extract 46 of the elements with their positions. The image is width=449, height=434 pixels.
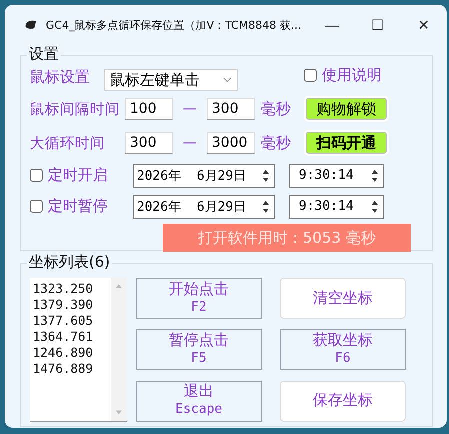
action-button[interactable]: 扫码开通: [306, 132, 387, 154]
list-item[interactable]: 1377.605: [33, 313, 111, 329]
group-title: 坐标列表(6): [27, 252, 112, 272]
dash: —: [182, 101, 198, 117]
list-item[interactable]: 1476.889: [33, 361, 111, 377]
field-label: 大循环时间: [30, 134, 106, 152]
list-item[interactable]: 1323.250: [33, 281, 111, 297]
action-button[interactable]: 清空坐标: [280, 278, 406, 319]
time-picker[interactable]: 9:30:14: [289, 194, 384, 218]
scrollbar[interactable]: [111, 278, 127, 421]
minimize-button[interactable]: —: [309, 9, 355, 41]
scroll-up-icon: [115, 283, 123, 289]
date-picker[interactable]: 2026年 6月29日: [133, 194, 275, 218]
max-input[interactable]: 300: [207, 98, 255, 120]
date-picker[interactable]: 2026年 6月29日: [133, 164, 275, 188]
coords-list[interactable]: 1323.250 1379.390 1377.605 1364.761 1246.890 1476.889: [30, 278, 127, 422]
field-label: 鼠标间隔时间: [30, 100, 121, 118]
action-button[interactable]: 购物解锁: [306, 98, 387, 120]
chevron-icon: [223, 77, 232, 83]
action-button[interactable]: 开始点击 F2: [136, 278, 262, 319]
group-title: 设置: [27, 44, 61, 64]
action-button[interactable]: 获取坐标 F6: [280, 329, 406, 370]
list-item[interactable]: 1379.390: [33, 297, 111, 313]
min-input[interactable]: 300: [125, 132, 173, 154]
action-button[interactable]: 保存坐标: [280, 380, 406, 422]
help-checkbox[interactable]: 使用说明: [304, 66, 382, 84]
action-button[interactable]: 退出 Escape: [136, 380, 262, 422]
dash: —: [182, 135, 198, 151]
window-title: GC4_鼠标多点循环保存位置（加V：TCM8848 获...: [46, 18, 302, 32]
scroll-down-icon: [115, 410, 123, 416]
field-label: 鼠标设置: [30, 68, 91, 86]
unit-label: 毫秒: [261, 100, 292, 118]
min-input[interactable]: 100: [125, 98, 173, 120]
maximize-button[interactable]: ☐: [355, 9, 401, 41]
mouse-mode-dropdown[interactable]: 鼠标左键单击: [104, 69, 238, 91]
list-item[interactable]: 1246.890: [33, 345, 111, 361]
app-icon: [24, 18, 38, 32]
unit-label: 毫秒: [261, 134, 292, 152]
timer-checkbox[interactable]: 定时暂停: [30, 197, 133, 216]
timer-checkbox[interactable]: 定时开启: [30, 166, 133, 185]
close-button[interactable]: ✕: [401, 9, 447, 41]
action-button[interactable]: 暂停点击 F5: [136, 329, 262, 370]
list-item[interactable]: 1364.761: [33, 329, 111, 345]
max-input[interactable]: 3000: [207, 132, 255, 154]
elapsed-banner: 打开软件用时：5053 毫秒: [163, 224, 411, 252]
time-picker[interactable]: 9:30:14: [289, 164, 384, 188]
